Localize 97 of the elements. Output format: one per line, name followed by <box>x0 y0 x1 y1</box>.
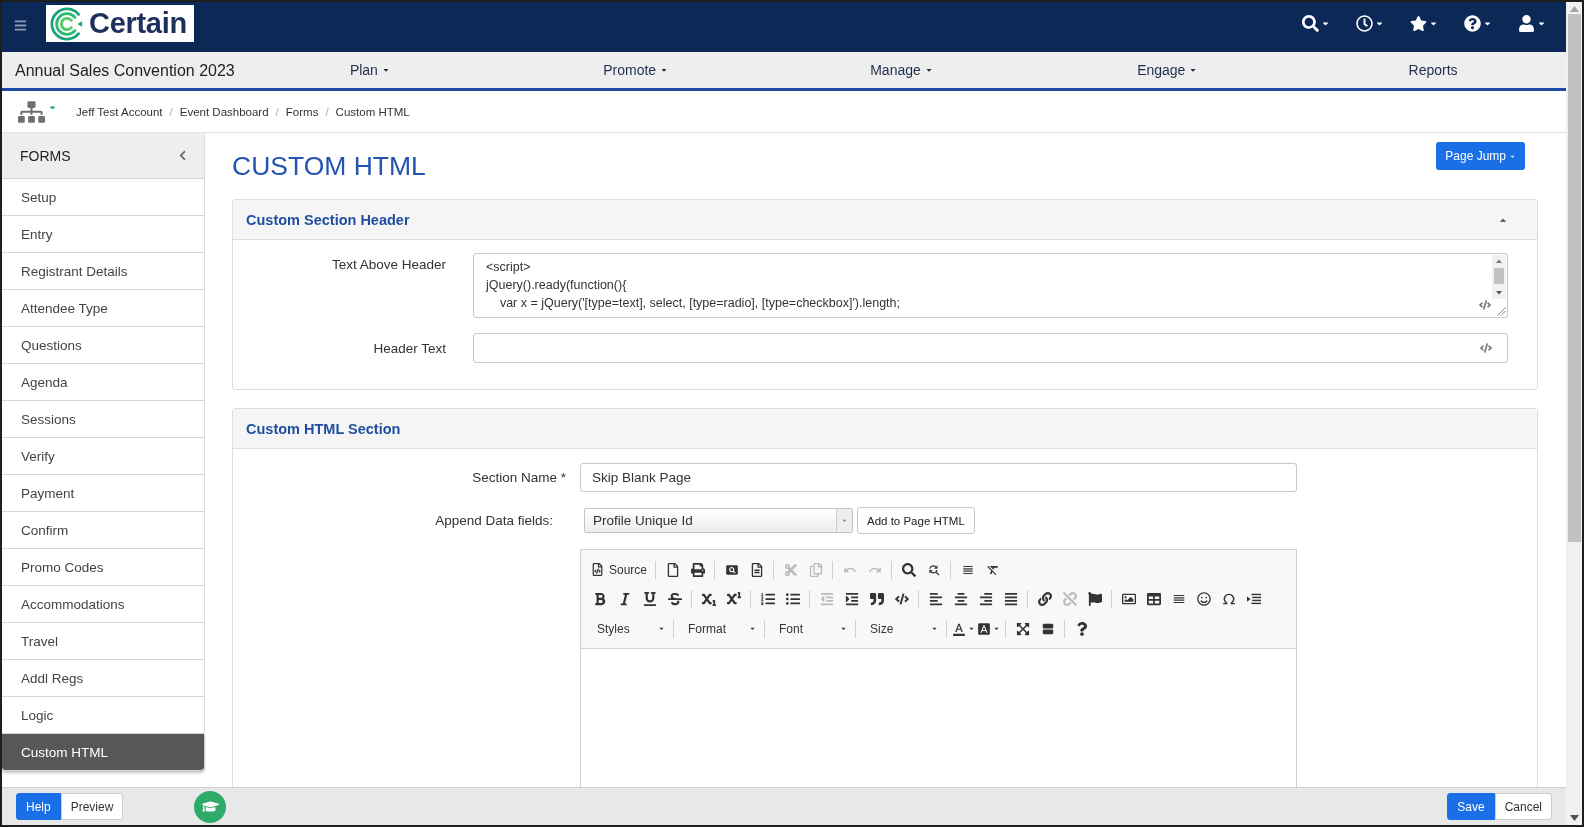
link-icon[interactable] <box>1037 592 1052 607</box>
indent-icon[interactable] <box>844 592 859 607</box>
nav-menu-item[interactable]: Engage <box>1034 52 1301 88</box>
toolbar-dropdown[interactable]: Format <box>678 616 760 641</box>
code-file-icon <box>591 563 604 577</box>
omega-icon[interactable] <box>1221 592 1236 607</box>
caret-icon[interactable] <box>968 625 975 633</box>
caret-icon <box>658 625 665 633</box>
breadcrumb-link[interactable]: Forms <box>285 105 319 118</box>
bullet-list-icon[interactable] <box>785 592 800 607</box>
footer-button[interactable]: Cancel <box>1494 793 1552 820</box>
header-text-field[interactable] <box>473 333 1508 363</box>
arrow-lines-icon[interactable] <box>1246 592 1261 607</box>
search-icon[interactable] <box>901 562 916 577</box>
logo-text: Certain <box>89 9 187 38</box>
section-name-field[interactable]: Skip Blank Page <box>580 463 1297 492</box>
text-color-icon[interactable] <box>952 621 966 636</box>
code-text: <script> jQuery().ready(function(){ var x = jQuery('[type=text], select, [type=radio], [type=checkbox]').length; <box>484 259 901 312</box>
toolbar-dropdown[interactable]: Font <box>769 616 851 641</box>
superscript-icon[interactable] <box>726 592 741 607</box>
caret-icon <box>924 66 933 74</box>
footer-button[interactable]: Preview <box>60 793 124 820</box>
graduation-cap-icon[interactable] <box>194 790 227 823</box>
page-title: CUSTOM HTML <box>232 150 426 183</box>
breadcrumb-separator: / <box>325 105 329 118</box>
quote-icon[interactable] <box>869 592 884 607</box>
page-search-icon[interactable] <box>724 562 739 577</box>
panel-title: Custom Section Header <box>246 211 410 228</box>
breadcrumb-link[interactable]: Jeff Test Account <box>76 105 163 118</box>
align-left-icon[interactable] <box>928 592 943 607</box>
nav-menu-item[interactable]: Reports <box>1300 52 1566 88</box>
scrollbar[interactable] <box>1492 255 1506 299</box>
printer-icon[interactable] <box>690 562 705 577</box>
sitemap-icon[interactable] <box>18 100 45 123</box>
strikethrough-icon[interactable] <box>667 592 682 607</box>
sidebar-item[interactable]: Custom HTML <box>2 734 204 771</box>
footer-button[interactable]: Save <box>1447 793 1495 820</box>
clock-icon[interactable] <box>1356 14 1373 32</box>
background-color-icon[interactable] <box>977 621 991 636</box>
code-textarea[interactable]: <script> jQuery().ready(function(){ var x = jQuery('[type=text], select, [type=radio], [type=checkbox]').length; <box>473 253 1508 318</box>
field-label: Section Name * <box>471 470 566 485</box>
document-icon[interactable] <box>749 562 764 577</box>
find-replace-icon[interactable] <box>926 562 941 577</box>
align-justify-icon[interactable] <box>1003 592 1018 607</box>
caret-icon <box>841 517 848 524</box>
data-field-select[interactable]: Profile Unique Id <box>584 508 853 533</box>
event-title: Annual Sales Convention 2023 <box>15 60 235 81</box>
nav-menu-item[interactable]: Promote <box>502 52 769 88</box>
bold-icon[interactable] <box>592 592 607 607</box>
add-to-page-button[interactable]: Add to Page HTML <box>857 507 975 534</box>
table-icon[interactable] <box>1146 592 1161 607</box>
logo-rings-icon <box>50 6 84 41</box>
subscript-icon[interactable] <box>701 592 716 607</box>
field-label: Append Data fields: <box>434 513 553 528</box>
caret-icon <box>660 66 669 74</box>
scroll-down-icon[interactable] <box>1569 815 1579 821</box>
resize-grip-icon[interactable] <box>1496 306 1506 316</box>
numbered-list-icon[interactable] <box>760 592 775 607</box>
align-center-icon[interactable] <box>953 592 968 607</box>
align-right-icon[interactable] <box>978 592 993 607</box>
star-icon[interactable] <box>1410 14 1427 32</box>
toolbar-dropdown[interactable]: Size <box>860 616 942 641</box>
scrollbar[interactable] <box>1566 2 1582 825</box>
footer-button[interactable]: Help <box>16 793 61 820</box>
help-icon[interactable] <box>1464 14 1481 32</box>
breadcrumb-separator: / <box>169 105 173 118</box>
image-icon[interactable] <box>1121 592 1136 607</box>
source-button[interactable]: Source <box>587 557 652 582</box>
blank-page-icon[interactable] <box>665 562 680 577</box>
caret-icon <box>381 66 390 74</box>
underline-icon[interactable] <box>642 592 657 607</box>
field-label: Text Above Header <box>330 256 446 274</box>
caret-icon <box>1189 66 1198 74</box>
caret-icon <box>749 625 756 633</box>
breadcrumb-link[interactable]: Custom HTML <box>335 105 410 118</box>
flag-icon[interactable] <box>1087 592 1102 607</box>
caret-icon <box>931 625 938 633</box>
sidebar-title: FORMS <box>20 147 71 164</box>
breadcrumb-separator: / <box>275 105 279 118</box>
nav-menu-item[interactable]: Plan <box>237 52 503 88</box>
nav-menu-item[interactable]: Manage <box>768 52 1035 88</box>
panel-title: Custom HTML Section <box>246 420 401 437</box>
field-label: Header Text <box>372 340 446 356</box>
page-jump-button[interactable]: Page Jump <box>1436 142 1525 170</box>
blocks-icon[interactable] <box>1040 621 1055 636</box>
code-icon[interactable] <box>894 592 909 607</box>
expand-icon[interactable] <box>1015 621 1030 636</box>
smiley-icon[interactable] <box>1196 592 1211 607</box>
breadcrumb-link[interactable]: Event Dashboard <box>179 105 269 118</box>
chevron-left-icon[interactable] <box>177 150 188 161</box>
caret-icon <box>840 625 847 633</box>
caret-icon[interactable] <box>993 625 1000 633</box>
user-icon[interactable] <box>1518 14 1535 32</box>
search-icon[interactable] <box>1302 14 1319 32</box>
toolbar-dropdown[interactable]: Styles <box>587 616 669 641</box>
scrollbar-thumb[interactable] <box>1567 14 1581 542</box>
menu-icon[interactable] <box>14 18 27 32</box>
